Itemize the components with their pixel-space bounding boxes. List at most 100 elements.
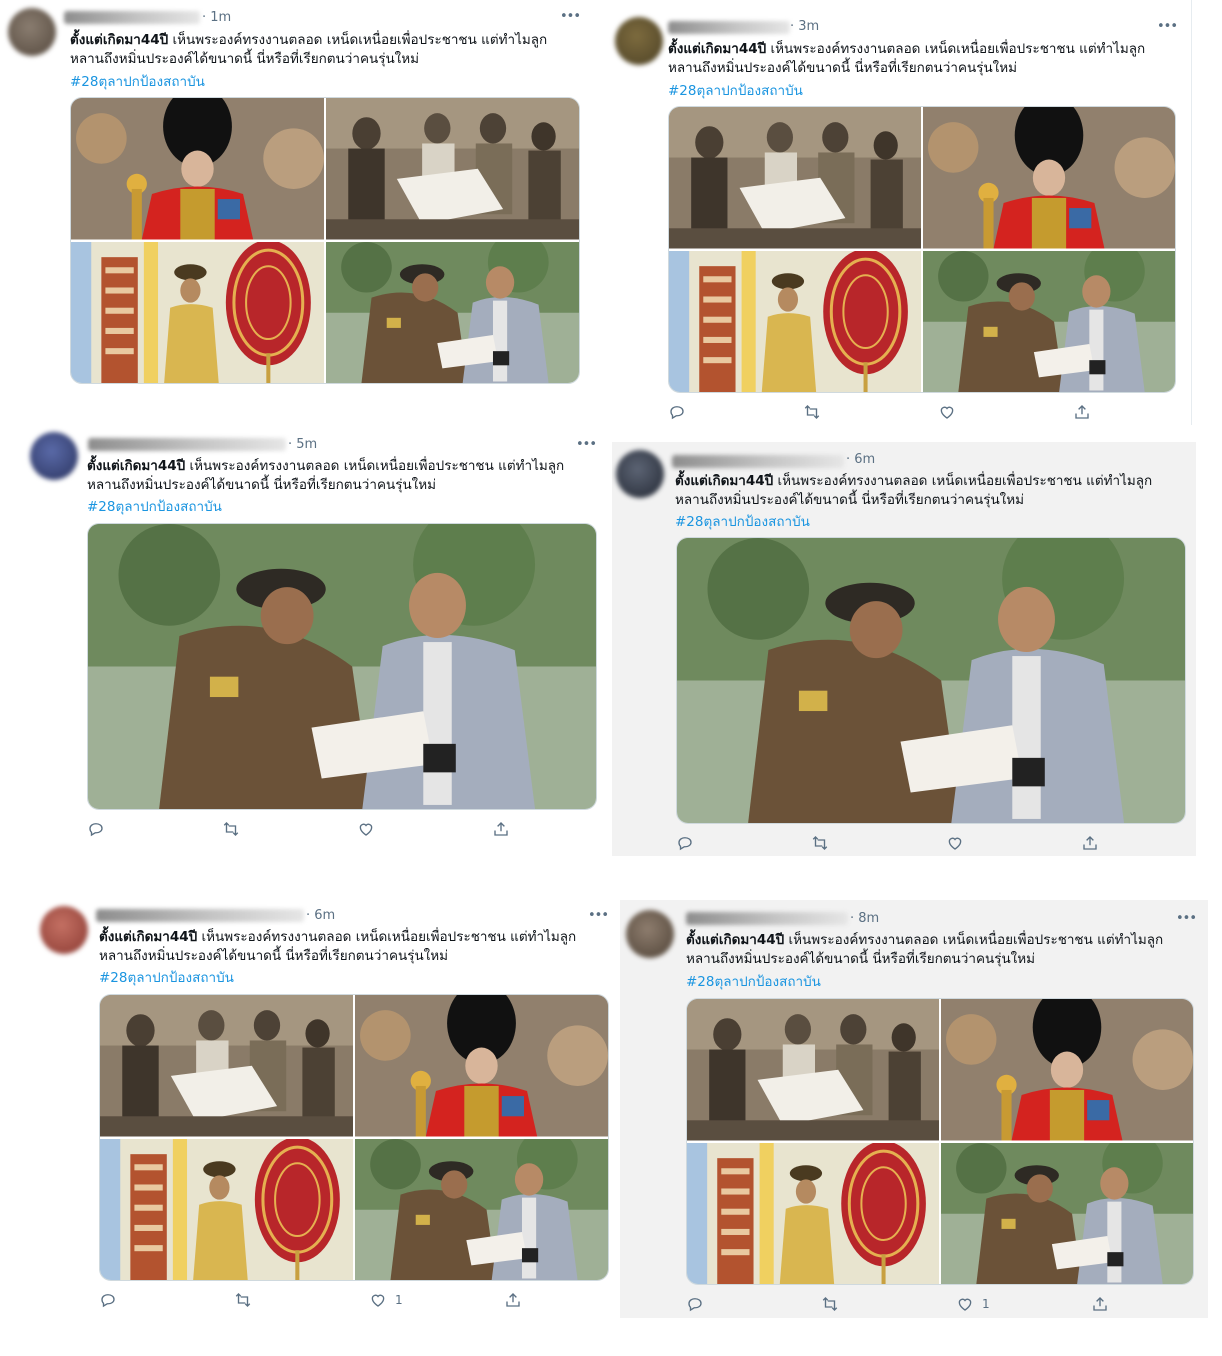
tweet-timestamp[interactable]: · 5m xyxy=(288,437,317,452)
reply-icon xyxy=(668,403,686,421)
tweet-3[interactable]: · 5m ••• ตั้งแต่เกิดมา44ปี เห็นพระองค์ทร… xyxy=(18,428,608,848)
tweet-timestamp[interactable]: · 6m xyxy=(846,452,875,467)
share-button[interactable] xyxy=(1081,834,1099,852)
photo-sepia[interactable] xyxy=(669,107,921,249)
username-blurred[interactable] xyxy=(686,912,848,925)
username-blurred[interactable] xyxy=(96,909,304,922)
reply-button[interactable] xyxy=(668,403,686,421)
photo-officer[interactable] xyxy=(355,1139,608,1281)
tweet-timestamp[interactable]: · 8m xyxy=(850,911,879,926)
media-grid[interactable] xyxy=(70,97,580,384)
like-button[interactable]: 1 xyxy=(369,1291,403,1309)
photo-king[interactable] xyxy=(100,1139,353,1281)
more-options-icon[interactable]: ••• xyxy=(1176,911,1197,926)
tweet-2[interactable]: · 3m ••• ตั้งแต่เกิดมา44ปี เห็นพระองค์ทร… xyxy=(605,0,1195,430)
hashtag-link[interactable]: #28ตุลาปกป้องสถาบัน xyxy=(99,966,234,988)
retweet-icon xyxy=(803,403,821,421)
retweet-button[interactable] xyxy=(222,820,240,838)
share-button[interactable] xyxy=(492,820,510,838)
photo-king[interactable] xyxy=(669,251,921,393)
like-button[interactable]: 1 xyxy=(956,1295,990,1313)
like-count: 1 xyxy=(982,1297,990,1311)
media-single[interactable] xyxy=(676,537,1186,824)
hashtag-link[interactable]: #28ตุลาปกป้องสถาบัน xyxy=(686,970,821,992)
photo-guard[interactable] xyxy=(923,107,1175,249)
tweet-timestamp[interactable]: · 1m xyxy=(202,10,231,25)
username-blurred[interactable] xyxy=(672,455,844,468)
hashtag-link[interactable]: #28ตุลาปกป้องสถาบัน xyxy=(87,495,222,517)
tweet-text-bold: ตั้งแต่เกิดมา44ปี xyxy=(99,929,198,945)
username-blurred[interactable] xyxy=(88,438,286,451)
avatar[interactable] xyxy=(626,910,674,958)
tweet-4[interactable]: · 6m ตั้งแต่เกิดมา44ปี เห็นพระองค์ทรงงาน… xyxy=(612,442,1196,856)
more-options-icon[interactable]: ••• xyxy=(576,437,597,452)
photo-sepia[interactable] xyxy=(326,98,579,240)
avatar[interactable] xyxy=(40,906,88,954)
photo-king[interactable] xyxy=(71,242,324,384)
share-button[interactable] xyxy=(1073,403,1091,421)
tweet-5[interactable]: · 6m ••• ตั้งแต่เกิดมา44ปี เห็นพระองค์ทร… xyxy=(30,898,620,1328)
like-button[interactable] xyxy=(357,820,383,838)
media-grid[interactable] xyxy=(686,998,1194,1285)
tweet-1[interactable]: · 1m ••• ตั้งแต่เกิดมา44ปี เห็นพระองค์ทร… xyxy=(0,0,600,400)
photo-sepia[interactable] xyxy=(100,995,353,1137)
tweet-timestamp[interactable]: · 6m xyxy=(306,908,335,923)
photo-officer[interactable] xyxy=(326,242,579,384)
retweet-button[interactable] xyxy=(821,1295,839,1313)
reply-button[interactable] xyxy=(99,1291,117,1309)
tweet-text-line2: หลานถึงหมิ่นประองค์ได้ขนาดนี้ นี่หรือที่… xyxy=(70,51,420,67)
avatar[interactable] xyxy=(30,432,78,480)
tweet-text: ตั้งแต่เกิดมา44ปี เห็นพระองค์ทรงงานตลอด … xyxy=(675,472,1152,510)
tweet-text-line1: เห็นพระองค์ทรงงานตลอด เหน็ดเหนื่อยเพื่อป… xyxy=(784,932,1164,948)
tweet-text-bold: ตั้งแต่เกิดมา44ปี xyxy=(686,932,785,948)
username-blurred[interactable] xyxy=(64,11,200,24)
tweet-text-line1: เห็นพระองค์ทรงงานตลอด เหน็ดเหนื่อยเพื่อป… xyxy=(185,458,565,474)
photo-officer[interactable] xyxy=(923,251,1175,393)
retweet-button[interactable] xyxy=(803,403,821,421)
like-icon xyxy=(946,834,964,852)
avatar[interactable] xyxy=(615,17,663,65)
more-options-icon[interactable]: ••• xyxy=(1157,19,1178,34)
photo-king[interactable] xyxy=(687,1143,939,1285)
reply-button[interactable] xyxy=(87,820,105,838)
retweet-icon xyxy=(821,1295,839,1313)
share-button[interactable] xyxy=(504,1291,522,1309)
media-grid[interactable] xyxy=(668,106,1176,393)
share-button[interactable] xyxy=(1091,1295,1109,1313)
photo-officer[interactable] xyxy=(88,524,596,809)
reply-button[interactable] xyxy=(686,1295,704,1313)
tweet-text-line2: หลานถึงหมิ่นประองค์ได้ขนาดนี้ นี่หรือที่… xyxy=(668,60,1018,76)
tweet-text: ตั้งแต่เกิดมา44ปี เห็นพระองค์ทรงงานตลอด … xyxy=(686,931,1163,969)
photo-guard[interactable] xyxy=(941,999,1193,1141)
photo-officer[interactable] xyxy=(941,1143,1193,1285)
tweet-text-bold: ตั้งแต่เกิดมา44ปี xyxy=(668,41,767,57)
reply-button[interactable] xyxy=(676,834,694,852)
like-button[interactable] xyxy=(946,834,972,852)
photo-guard[interactable] xyxy=(71,98,324,240)
tweet-text: ตั้งแต่เกิดมา44ปี เห็นพระองค์ทรงงานตลอด … xyxy=(668,40,1145,78)
photo-guard[interactable] xyxy=(355,995,608,1137)
retweet-button[interactable] xyxy=(234,1291,252,1309)
retweet-button[interactable] xyxy=(811,834,829,852)
media-single[interactable] xyxy=(87,523,597,810)
username-blurred[interactable] xyxy=(668,21,790,34)
more-options-icon[interactable]: ••• xyxy=(560,9,581,24)
like-button[interactable] xyxy=(938,403,964,421)
tweet-6[interactable]: · 8m ••• ตั้งแต่เกิดมา44ปี เห็นพระองค์ทร… xyxy=(620,900,1208,1318)
share-icon xyxy=(504,1291,522,1309)
like-icon xyxy=(369,1291,387,1309)
tweet-actions xyxy=(676,834,1156,856)
tweet-text-line1: เห็นพระองค์ทรงงานตลอด เหน็ดเหนื่อยเพื่อป… xyxy=(197,929,577,945)
more-options-icon[interactable]: ••• xyxy=(588,908,609,923)
avatar[interactable] xyxy=(8,8,56,56)
avatar[interactable] xyxy=(616,450,664,498)
hashtag-link[interactable]: #28ตุลาปกป้องสถาบัน xyxy=(70,70,205,92)
photo-sepia[interactable] xyxy=(687,999,939,1141)
share-icon xyxy=(492,820,510,838)
hashtag-link[interactable]: #28ตุลาปกป้องสถาบัน xyxy=(675,510,810,532)
tweet-text-bold: ตั้งแต่เกิดมา44ปี xyxy=(87,458,186,474)
hashtag-link[interactable]: #28ตุลาปกป้องสถาบัน xyxy=(668,79,803,101)
media-grid[interactable] xyxy=(99,994,609,1281)
tweet-timestamp[interactable]: · 3m xyxy=(790,19,819,34)
photo-officer[interactable] xyxy=(677,538,1185,823)
